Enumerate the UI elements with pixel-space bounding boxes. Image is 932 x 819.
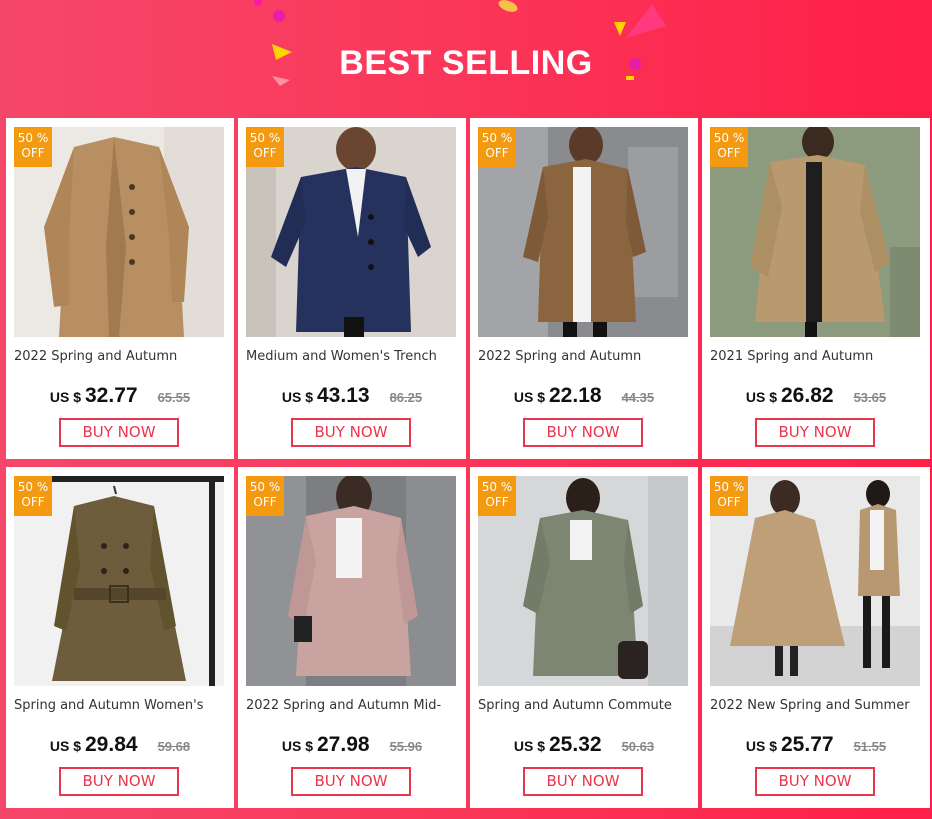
price-row: US $25.32 50.63 xyxy=(470,733,698,757)
product-card[interactable]: 50 % OFF Spring and Autumn Commute US $25… xyxy=(470,467,698,808)
original-price: 86.25 xyxy=(389,390,423,405)
price-row: US $25.77 51.55 xyxy=(702,733,930,757)
product-card[interactable]: 50 % OFF 2022 Spring and Autumn US $32.77… xyxy=(6,118,234,459)
buy-now-button[interactable]: BUY NOW xyxy=(523,418,643,447)
sale-price: 27.98 xyxy=(317,733,370,756)
product-image[interactable]: 50 % OFF xyxy=(710,476,920,686)
product-title[interactable]: Medium and Women's Trench xyxy=(246,349,458,364)
buy-now-button[interactable]: BUY NOW xyxy=(291,418,411,447)
product-grid: 50 % OFF 2022 Spring and Autumn US $32.77… xyxy=(6,118,930,808)
product-image[interactable]: 50 % OFF xyxy=(710,127,920,337)
original-price: 50.63 xyxy=(621,739,655,754)
buy-now-button[interactable]: BUY NOW xyxy=(59,767,179,796)
discount-badge: 50 % OFF xyxy=(14,127,52,167)
currency-label: US $ xyxy=(513,389,545,405)
price-row: US $32.77 65.55 xyxy=(6,384,234,408)
currency-label: US $ xyxy=(49,389,81,405)
sale-price: 43.13 xyxy=(317,384,370,407)
product-title[interactable]: Spring and Autumn Commute xyxy=(478,698,690,713)
original-price: 59.68 xyxy=(157,739,191,754)
sale-price: 22.18 xyxy=(549,384,602,407)
original-price: 51.55 xyxy=(853,739,887,754)
sale-price: 26.82 xyxy=(781,384,834,407)
sale-price: 29.84 xyxy=(85,733,138,756)
discount-badge: 50 % OFF xyxy=(478,127,516,167)
price-row: US $27.98 55.96 xyxy=(238,733,466,757)
product-image[interactable]: 50 % OFF xyxy=(14,476,224,686)
currency-label: US $ xyxy=(281,738,313,754)
discount-badge: 50 % OFF xyxy=(14,476,52,516)
price-row: US $26.82 53.65 xyxy=(702,384,930,408)
buy-now-button[interactable]: BUY NOW xyxy=(755,767,875,796)
price-row: US $29.84 59.68 xyxy=(6,733,234,757)
discount-badge: 50 % OFF xyxy=(710,476,748,516)
product-title[interactable]: 2022 New Spring and Summer xyxy=(710,698,922,713)
product-image[interactable]: 50 % OFF xyxy=(478,127,688,337)
original-price: 65.55 xyxy=(157,390,191,405)
discount-badge: 50 % OFF xyxy=(246,476,284,516)
product-card[interactable]: 50 % OFF 2022 New Spring and Summer US $2… xyxy=(702,467,930,808)
currency-label: US $ xyxy=(513,738,545,754)
original-price: 55.96 xyxy=(389,739,423,754)
product-image[interactable]: 50 % OFF xyxy=(14,127,224,337)
buy-now-button[interactable]: BUY NOW xyxy=(291,767,411,796)
product-card[interactable]: 50 % OFF Medium and Women's Trench US $43… xyxy=(238,118,466,459)
currency-label: US $ xyxy=(281,389,313,405)
discount-badge: 50 % OFF xyxy=(246,127,284,167)
currency-label: US $ xyxy=(745,738,777,754)
sale-price: 32.77 xyxy=(85,384,138,407)
buy-now-button[interactable]: BUY NOW xyxy=(523,767,643,796)
product-card[interactable]: 50 % OFF 2021 Spring and Autumn US $26.82… xyxy=(702,118,930,459)
product-title[interactable]: 2022 Spring and Autumn xyxy=(14,349,226,364)
product-title[interactable]: 2022 Spring and Autumn Mid- xyxy=(246,698,458,713)
currency-label: US $ xyxy=(49,738,81,754)
sale-price: 25.32 xyxy=(549,733,602,756)
product-image[interactable]: 50 % OFF xyxy=(246,127,456,337)
sale-price: 25.77 xyxy=(781,733,834,756)
original-price: 44.35 xyxy=(621,390,655,405)
discount-badge: 50 % OFF xyxy=(710,127,748,167)
original-price: 53.65 xyxy=(853,390,887,405)
product-card[interactable]: 50 % OFF 2022 Spring and Autumn US $22.18… xyxy=(470,118,698,459)
price-row: US $22.18 44.35 xyxy=(470,384,698,408)
product-image[interactable]: 50 % OFF xyxy=(478,476,688,686)
banner: BEST SELLING xyxy=(0,0,932,118)
buy-now-button[interactable]: BUY NOW xyxy=(755,418,875,447)
price-row: US $43.13 86.25 xyxy=(238,384,466,408)
buy-now-button[interactable]: BUY NOW xyxy=(59,418,179,447)
discount-badge: 50 % OFF xyxy=(478,476,516,516)
product-title[interactable]: Spring and Autumn Women's xyxy=(14,698,226,713)
product-card[interactable]: 50 % OFF 2022 Spring and Autumn Mid- US $… xyxy=(238,467,466,808)
product-title[interactable]: 2022 Spring and Autumn xyxy=(478,349,690,364)
product-image[interactable]: 50 % OFF xyxy=(246,476,456,686)
product-card[interactable]: 50 % OFF Spring and Autumn Women's US $29… xyxy=(6,467,234,808)
currency-label: US $ xyxy=(745,389,777,405)
product-title[interactable]: 2021 Spring and Autumn xyxy=(710,349,922,364)
page-title: BEST SELLING xyxy=(339,44,593,82)
